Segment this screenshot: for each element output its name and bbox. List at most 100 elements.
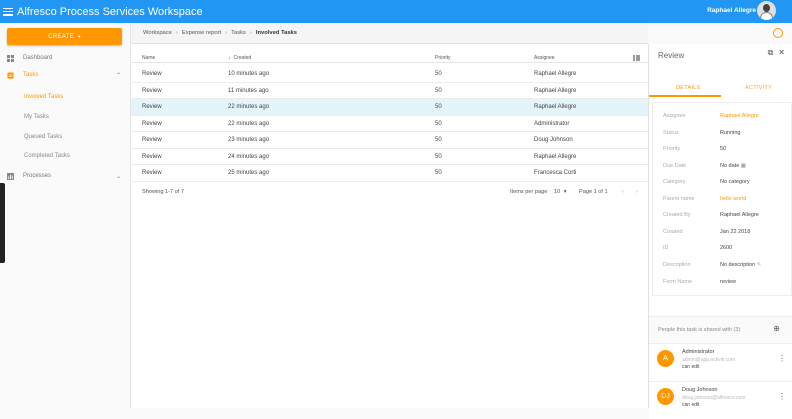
table-row[interactable]: Review 22 minutes ago 50 Administrator [131,116,648,132]
people-header: People this task is shared with (3) [658,327,741,333]
breadcrumb-workspace[interactable]: Workspace [143,30,172,36]
property-value: Jan 22 2018 [720,229,751,235]
table-row-selected[interactable]: Review 22 minutes ago 50 Raphael Allegre [131,99,648,116]
property-status: Status Running [663,130,788,140]
people-section: People this task is shared with (3) ⊕ A … [649,316,792,419]
open-external-icon[interactable]: ⧉ [768,48,774,57]
chevron-up-icon[interactable]: ⌃ [116,72,121,79]
create-button[interactable]: CREATE ▾ [7,28,122,45]
cell-priority: 50 [435,71,442,77]
menu-icon[interactable] [3,7,13,16]
column-selector-icon[interactable] [633,55,640,61]
property-form-name: Form Name review [663,279,788,289]
more-vert-icon[interactable]: ⋮ [778,354,786,363]
property-value[interactable]: No date ▦ [720,163,746,169]
breadcrumb: Workspace › Expense report › Tasks › Inv… [131,23,648,44]
sidebar-item-processes[interactable]: Processes ⌄ [0,169,131,183]
table-row[interactable]: Review 24 minutes ago 50 Raphael Allegre [131,149,648,165]
property-assignee: Assignee Raphael Allegre [663,113,788,123]
cell-name: Review [142,87,162,94]
user-name[interactable]: Raphael Allegre [707,7,756,14]
breadcrumb-separator-icon: › [175,30,178,36]
chart-icon [7,172,14,180]
chevron-down-icon[interactable]: ⌄ [116,173,121,180]
cell-assignee: Raphael Allegre [534,104,577,110]
property-value-text: No description [720,262,756,268]
filter-my-tasks[interactable]: My Tasks [24,114,49,120]
cell-created: 23 minutes ago [228,137,270,143]
sidebar-item-tasks[interactable]: Tasks ⌃ [0,68,131,82]
cell-created: 10 minutes ago [228,71,270,77]
cell-priority: 50 [435,104,442,110]
column-header-name[interactable]: Name [142,55,155,61]
property-label: Created [663,229,683,235]
top-app-bar: Alfresco Process Services Workspace Raph… [0,0,792,23]
cell-assignee: Raphael Allegre [534,87,577,94]
more-vert-icon[interactable]: ⋮ [778,392,786,401]
tab-activity[interactable]: ACTIVITY [745,85,772,91]
add-person-icon[interactable]: ⊕ [773,324,780,333]
cell-priority: 50 [435,87,442,94]
filter-queued-tasks[interactable]: Queued Tasks [24,134,62,140]
property-label: Due Date [663,163,687,169]
sidebar-item-dashboard[interactable]: Dashboard [0,51,131,65]
next-page-icon[interactable]: › [636,189,638,195]
table-row[interactable]: Review 11 minutes ago 50 Raphael Allegre [131,83,648,99]
breadcrumb-app[interactable]: Expense report [182,30,221,36]
close-icon[interactable]: ✕ [778,48,785,57]
property-parent-name: Parent name hello world [663,196,788,206]
drawer-handle[interactable] [0,183,5,263]
cell-created: 22 minutes ago [228,104,270,110]
property-value: Running [720,130,741,136]
person-name: Doug Johnson [682,387,718,393]
cell-created: 24 minutes ago [228,153,270,160]
breadcrumb-tasks[interactable]: Tasks [231,30,246,36]
table-row[interactable]: Review 10 minutes ago 50 Raphael Allegre [131,66,648,83]
property-label: Created By [663,212,691,218]
sidebar: CREATE ▾ Dashboard Tasks ⌃ Involved Task… [0,23,131,408]
property-value[interactable]: Raphael Allegre [720,113,759,119]
cell-created: 25 minutes ago [228,170,270,176]
column-header-created[interactable]: ↓ Created [228,55,251,61]
previous-page-icon[interactable]: ‹ [622,189,624,195]
cell-priority: 50 [435,137,442,143]
table-row[interactable]: Review 23 minutes ago 50 Doug Johnson [131,132,648,149]
panel-title: Review [658,51,685,60]
cell-assignee: Raphael Allegre [534,153,577,160]
cell-assignee: Raphael Allegre [534,71,577,77]
property-value[interactable]: hello world [720,196,746,202]
items-per-page-select[interactable]: 10 ▾ [554,189,567,195]
breadcrumb-separator-icon: › [225,30,228,36]
person-avatar: DJ [657,388,674,405]
active-tab-indicator [649,95,721,97]
property-id: ID 2600 [663,245,788,255]
property-value: Raphael Allegre [720,212,759,218]
tab-details[interactable]: DETAILS [676,85,701,91]
filter-completed-tasks[interactable]: Completed Tasks [24,153,70,159]
property-value: No category [720,179,750,185]
property-value[interactable]: No description ✎ [720,262,761,268]
property-value-text: No date [720,163,740,169]
cell-assignee: Doug Johnson [534,137,573,143]
column-header-priority[interactable]: Priority [435,55,451,61]
cell-name: Review [142,104,162,110]
property-description: Description No description ✎ [663,262,788,272]
breadcrumb-separator-icon: › [249,30,252,36]
items-per-page-label: Items per page [510,189,548,195]
filter-involved-tasks[interactable]: Involved Tasks [24,94,63,100]
cell-created: 11 minutes ago [228,87,269,94]
property-label: Description [663,262,691,268]
timer-icon[interactable] [773,28,783,38]
property-label: Status [663,130,679,136]
cell-name: Review [142,71,162,77]
property-value[interactable]: 50 [720,146,726,152]
column-header-label: Created [233,55,252,61]
task-details-panel: Review ⧉ ✕ DETAILS ACTIVITY Assignee Raph… [648,44,792,419]
calendar-icon[interactable]: ▦ [741,163,746,169]
cell-created: 22 minutes ago [228,120,270,127]
column-header-assignee[interactable]: Assignee [534,55,555,61]
user-avatar[interactable] [757,1,776,20]
table-row[interactable]: Review 25 minutes ago 50 Francesca Corti [131,165,648,182]
clipboard-icon [7,71,14,79]
edit-pencil-icon[interactable]: ✎ [757,262,762,268]
